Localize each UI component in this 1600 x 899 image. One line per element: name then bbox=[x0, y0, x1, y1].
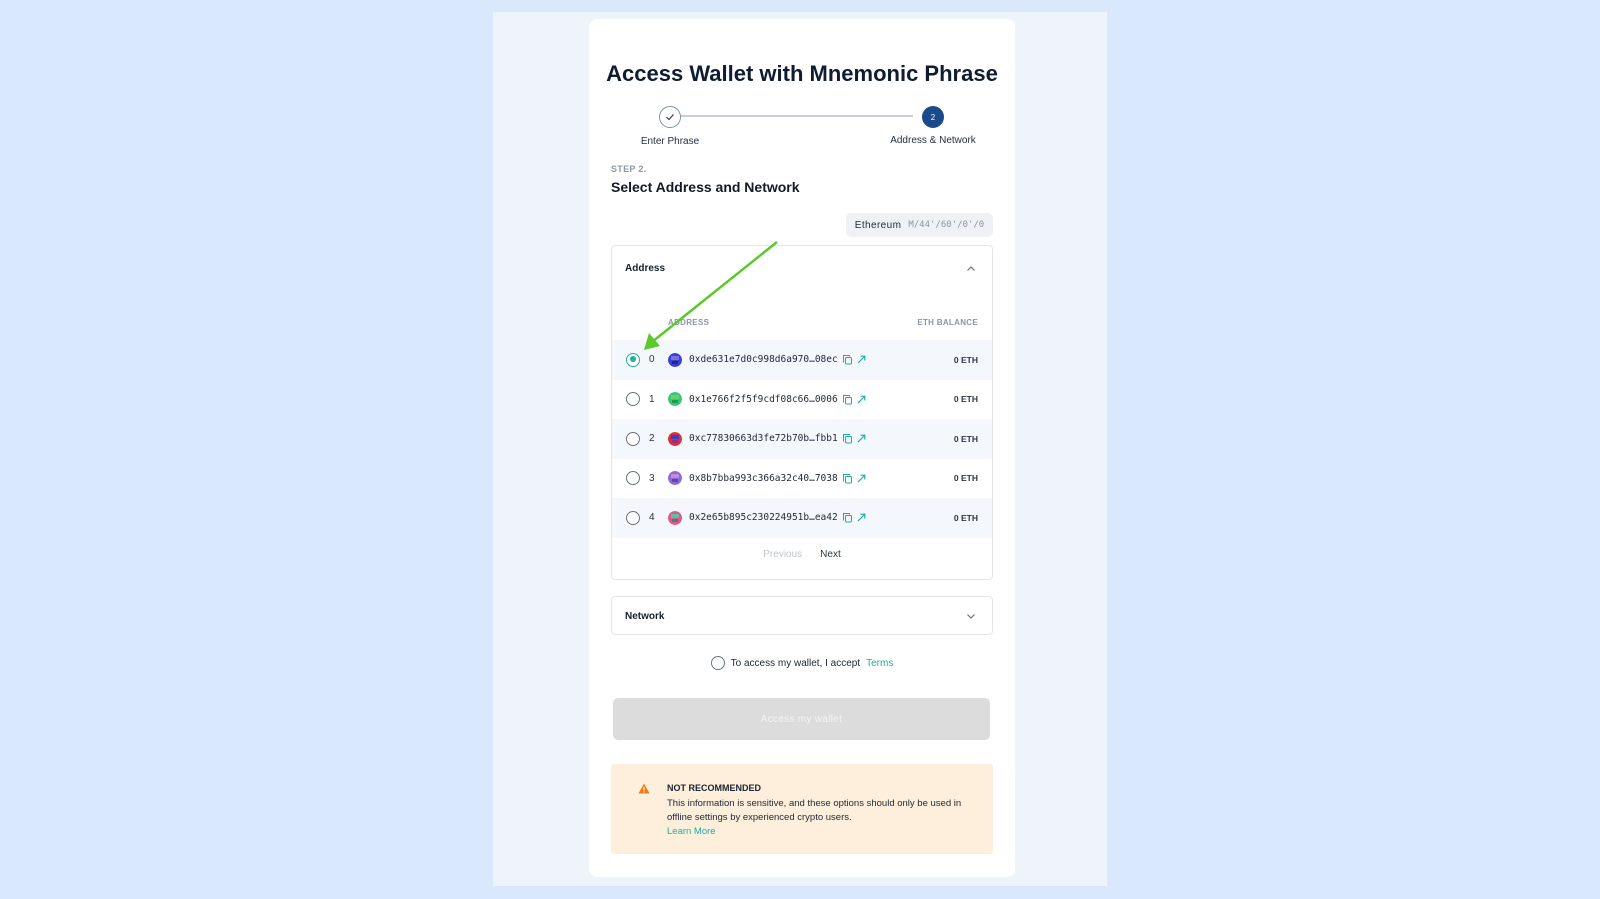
address-radio[interactable] bbox=[626, 471, 640, 486]
address-index: 3 bbox=[649, 472, 655, 484]
wallet-access-card: Access Wallet with Mnemonic Phrase 2 Ent… bbox=[589, 19, 1015, 877]
chevron-up-icon[interactable] bbox=[964, 262, 978, 276]
learn-more-link[interactable]: Learn More bbox=[667, 826, 716, 837]
address-row[interactable]: 2 0xc77830663d3fe72b70b…fbb1 0 ETH bbox=[612, 419, 992, 459]
next-button[interactable]: Next bbox=[820, 549, 841, 560]
warning-title: NOT RECOMMENDED bbox=[667, 783, 761, 793]
derivation-path-selector[interactable]: Ethereum M/44'/60'/0'/0 bbox=[846, 213, 993, 237]
terms-checkbox[interactable] bbox=[710, 656, 725, 670]
terms-link[interactable]: Terms bbox=[866, 658, 893, 669]
external-link-icon[interactable] bbox=[856, 512, 867, 523]
copy-icon[interactable] bbox=[842, 394, 853, 405]
page-title: Access Wallet with Mnemonic Phrase bbox=[606, 61, 998, 86]
address-panel-title: Address bbox=[625, 263, 666, 274]
address-index: 4 bbox=[649, 512, 655, 524]
external-link-icon[interactable] bbox=[856, 433, 867, 444]
stepper-line bbox=[669, 115, 913, 117]
copy-icon[interactable] bbox=[842, 354, 853, 365]
eth-balance: 0 ETH bbox=[953, 512, 978, 523]
copy-icon[interactable] bbox=[842, 433, 853, 444]
warning-body: This information is sensitive, and these… bbox=[667, 798, 962, 823]
address-row[interactable]: 3 0x8b7bba993c366a32c40…7038 0 ETH bbox=[612, 459, 992, 499]
step-1-label: Enter Phrase bbox=[640, 136, 700, 147]
address-radio[interactable] bbox=[626, 510, 640, 525]
pagination: Previous Next bbox=[612, 549, 992, 560]
address-avatar-icon bbox=[668, 431, 682, 446]
address-radio[interactable] bbox=[626, 352, 640, 367]
network-panel[interactable]: Network bbox=[611, 596, 993, 635]
eth-balance: 0 ETH bbox=[953, 473, 978, 484]
step-2-indicator: 2 bbox=[922, 106, 944, 128]
copy-icon[interactable] bbox=[842, 512, 853, 523]
address-row[interactable]: 4 0x2e65b895c230224951b…ea42 0 ETH bbox=[612, 498, 992, 538]
address-text: 0x2e65b895c230224951b…ea42 bbox=[689, 512, 838, 524]
address-radio[interactable] bbox=[626, 431, 640, 446]
external-link-icon[interactable] bbox=[856, 473, 867, 484]
address-index: 0 bbox=[649, 354, 655, 366]
step-heading: Select Address and Network bbox=[611, 179, 800, 195]
eth-balance: 0 ETH bbox=[953, 354, 978, 365]
address-list: 0 0xde631e7d0c998d6a970…08ec 0 ETH 1 0x1e766… bbox=[612, 340, 992, 538]
previous-button[interactable]: Previous bbox=[763, 549, 802, 560]
external-link-icon[interactable] bbox=[856, 394, 867, 405]
address-column-header: ADDRESS bbox=[668, 318, 710, 327]
address-avatar-icon bbox=[668, 510, 682, 525]
network-name: Ethereum bbox=[854, 219, 902, 231]
address-row[interactable]: 0 0xde631e7d0c998d6a970…08ec 0 ETH bbox=[612, 340, 992, 380]
step-kicker: STEP 2. bbox=[611, 164, 647, 174]
chevron-down-icon[interactable] bbox=[964, 609, 978, 623]
network-panel-title: Network bbox=[625, 611, 665, 622]
address-avatar-icon bbox=[668, 352, 682, 367]
terms-text: To access my wallet, I accept bbox=[730, 657, 861, 669]
balance-column-header: ETH BALANCE bbox=[917, 318, 978, 327]
step-1-complete-indicator[interactable] bbox=[659, 106, 681, 128]
address-avatar-icon bbox=[668, 392, 682, 407]
address-row[interactable]: 1 0x1e766f2f5f9cdf08c66…0006 0 ETH bbox=[612, 380, 992, 420]
address-text: 0xc77830663d3fe72b70b…fbb1 bbox=[689, 433, 838, 445]
checkmark-icon bbox=[666, 114, 674, 121]
address-index: 1 bbox=[649, 393, 655, 405]
eth-balance: 0 ETH bbox=[953, 433, 978, 444]
address-panel: Address ADDRESS ETH BALANCE 0 0xde631e7d0… bbox=[611, 245, 993, 580]
warning-box: NOT RECOMMENDED This information is sens… bbox=[611, 764, 993, 854]
address-text: 0x8b7bba993c366a32c40…7038 bbox=[689, 472, 838, 484]
access-wallet-button[interactable]: Access my wallet bbox=[613, 698, 990, 740]
address-radio[interactable] bbox=[626, 392, 640, 407]
terms-acceptance: To access my wallet, I accept Terms bbox=[589, 656, 1015, 670]
address-avatar-icon bbox=[668, 471, 682, 486]
copy-icon[interactable] bbox=[842, 473, 853, 484]
address-text: 0xde631e7d0c998d6a970…08ec bbox=[689, 354, 838, 366]
external-link-icon[interactable] bbox=[856, 354, 867, 365]
step-2-label: Address & Network bbox=[890, 135, 976, 146]
warning-icon bbox=[638, 783, 650, 794]
derivation-path: M/44'/60'/0'/0 bbox=[908, 220, 985, 230]
address-index: 2 bbox=[649, 433, 655, 445]
address-text: 0x1e766f2f5f9cdf08c66…0006 bbox=[689, 393, 838, 405]
eth-balance: 0 ETH bbox=[953, 394, 978, 405]
